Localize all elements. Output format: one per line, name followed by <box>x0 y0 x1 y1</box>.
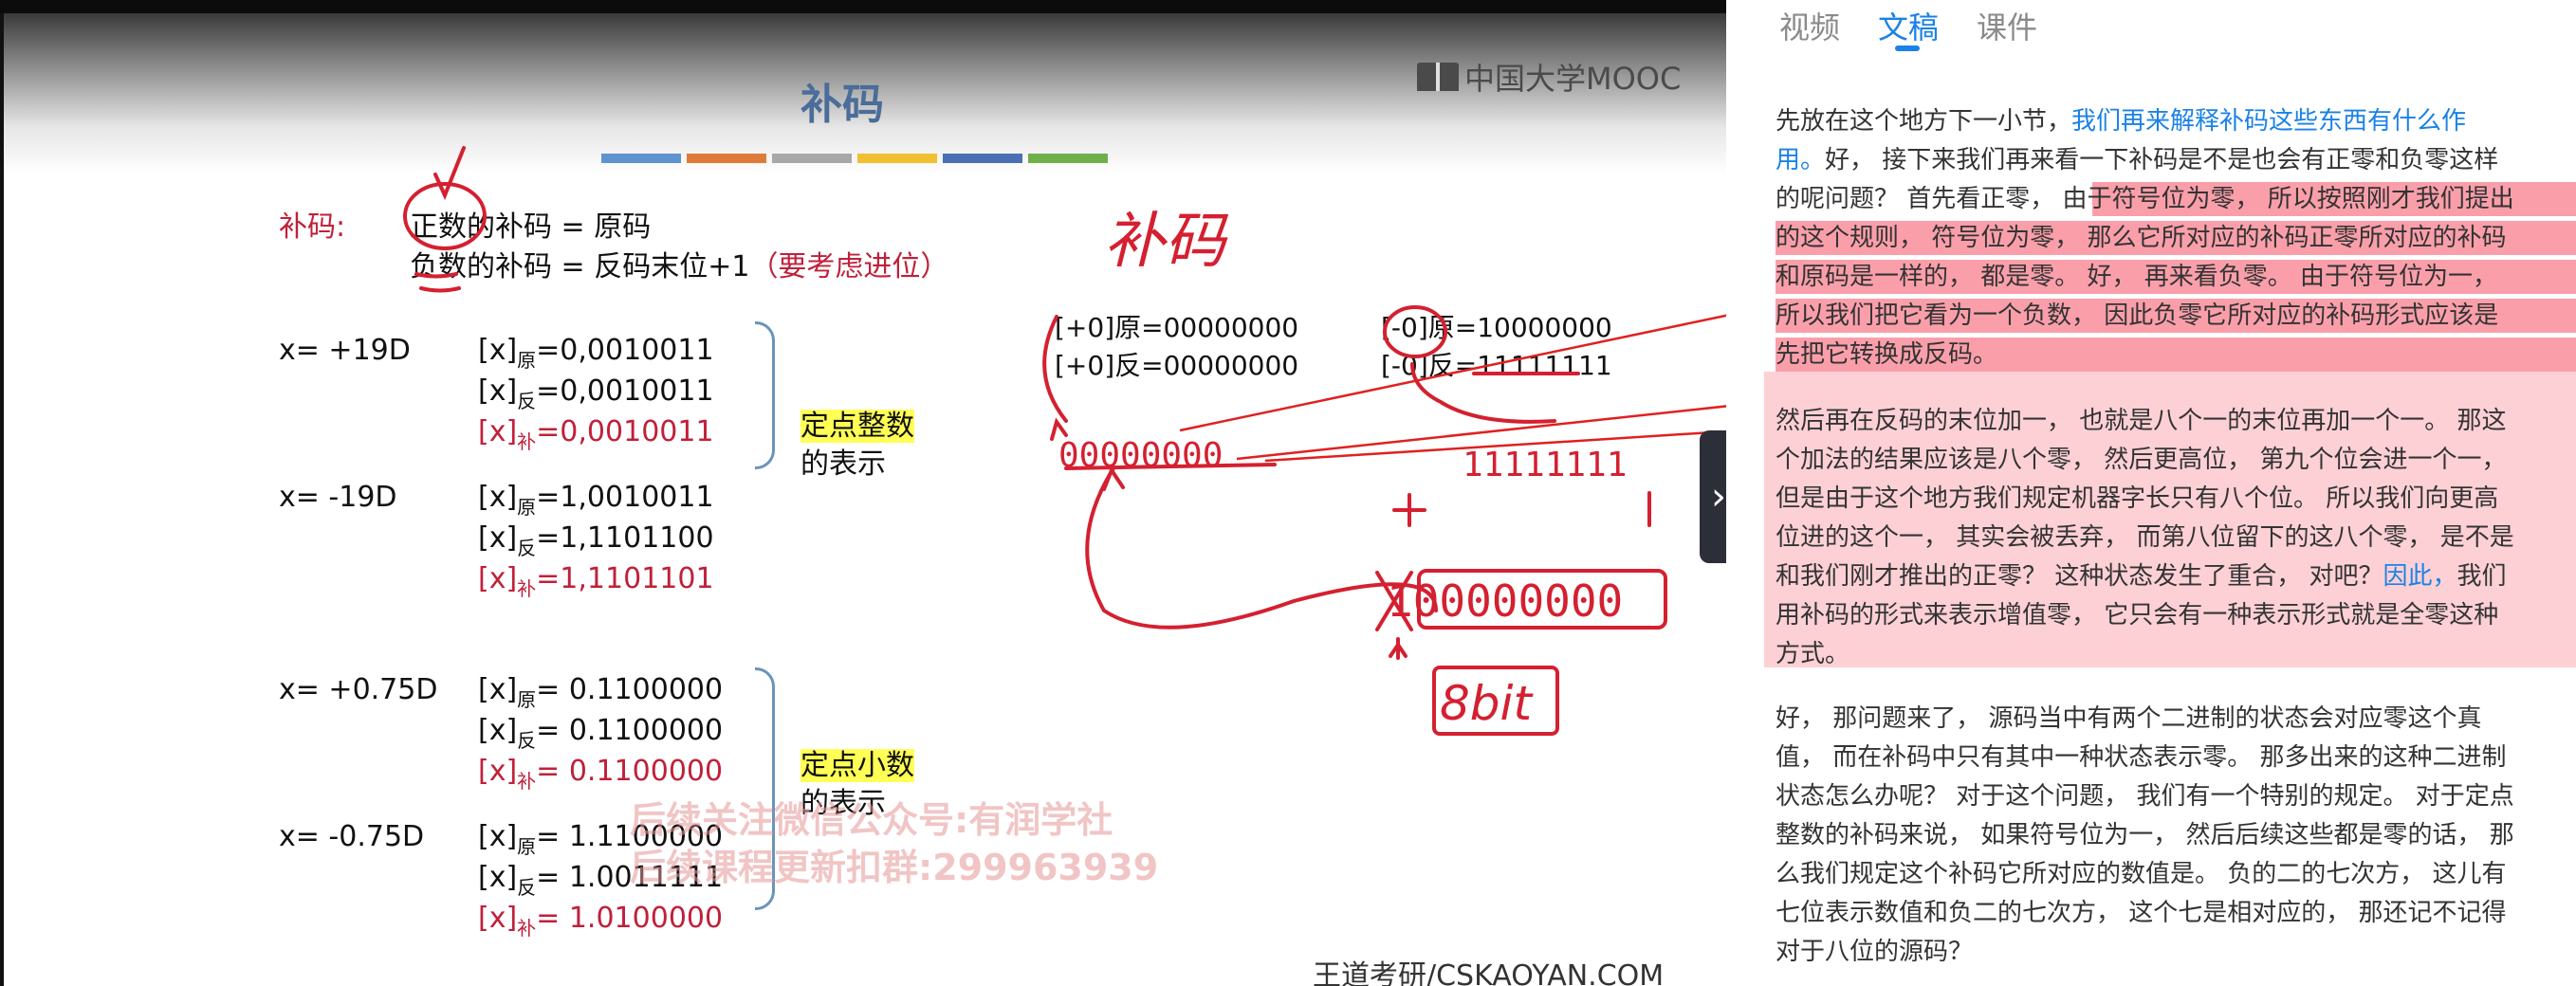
colorbar-segment <box>943 154 1022 163</box>
def-positive: 正数的补码 = 原码 <box>410 210 652 244</box>
transcript-paragraph-1: 先放在这个地方下一小节，我们再来解释补码这些东西有什么作用。好， 接下来我们再来… <box>1776 107 2514 369</box>
transcript-sidebar: 视频 文稿 课件 先放在这个地方下一小节，我们再来解释补码这些东西有什么作用。好… <box>1726 0 2576 986</box>
up-arrow-mark <box>1389 637 1408 660</box>
colorbar-segment <box>687 154 766 163</box>
chevron-right-icon: › <box>1711 475 1726 519</box>
tab-transcript[interactable]: 文稿 <box>1878 0 1939 51</box>
row-x-value: x= +19D <box>279 334 411 367</box>
row-bu: [x]补=1,1101101 <box>478 562 714 600</box>
loop-arrowhead <box>1102 466 1125 491</box>
row-x-value: x= +0.75D <box>279 673 438 706</box>
brace-integer <box>755 321 775 469</box>
handwriting-zeros: 00000000 <box>1058 436 1223 475</box>
watermark-qq-group: 后续课程更新扣群:299963939 <box>630 847 1159 888</box>
zero-neg-fan: [-0]反=11111111 <box>1381 350 1612 381</box>
curve-zero-arrowhead <box>1050 417 1068 441</box>
bits-box <box>1432 666 1559 736</box>
row-yuan: [x]原=1,0010011 <box>478 481 714 519</box>
integer-label: 定点整数 <box>800 410 914 443</box>
colorbar-segment <box>857 154 937 163</box>
tab-courseware[interactable]: 课件 <box>1977 0 2037 47</box>
tab-video[interactable]: 视频 <box>1779 0 1840 47</box>
video-top-bar <box>0 0 1726 13</box>
handwriting-bits: 8bit <box>1440 676 1534 731</box>
row-x-value: x= -19D <box>279 481 397 514</box>
row-bu: [x]补=0,0010011 <box>478 415 714 453</box>
mooc-logo: 中国大学MOOC <box>1417 55 1681 99</box>
pointer-line-2 <box>1264 429 1726 463</box>
row-x-value: x= -0.75D <box>279 820 425 853</box>
transcript-link-2[interactable]: 因此， <box>2383 562 2457 591</box>
fraction-label: 定点小数 <box>800 749 914 782</box>
zero-neg-yuan: [-0]原=10000000 <box>1381 312 1612 343</box>
active-tab-underline <box>1895 46 1921 51</box>
def-label: 补码: <box>279 210 346 244</box>
overflow-box <box>1417 569 1667 630</box>
watermark-wechat: 后续关注微信公众号:有润学社 <box>630 799 1113 841</box>
row-bu: [x]补= 0.1100000 <box>478 755 724 793</box>
row-bu: [x]补= 1.0100000 <box>478 902 724 940</box>
handwriting-ones: 11111111 <box>1463 446 1627 484</box>
video-player[interactable]: 补码 中国大学MOOC 补码: 正数的补码 = 原码 负数的补码 = 反码末位+… <box>0 13 1726 986</box>
def-negative: 负数的补码 = 反码末位+1（要考虑进位） <box>410 250 949 283</box>
slide-footer: 王道考研/CSKAOYAN.COM <box>1313 959 1665 986</box>
row-fan: [x]反=1,1101100 <box>478 521 714 559</box>
handwriting-buma: 补码 <box>1104 207 1229 277</box>
row-yuan: [x]原=0,0010011 <box>478 334 714 372</box>
row-fan: [x]反= 0.1100000 <box>478 714 724 752</box>
collapse-sidebar-button[interactable]: › <box>1700 430 1726 563</box>
row-yuan: [x]原= 0.1100000 <box>478 673 724 711</box>
mooc-logo-text: 中国大学MOOC <box>1464 61 1682 97</box>
handwriting-overflow: 100000000 <box>1387 575 1623 627</box>
mooc-book-icon <box>1417 63 1459 91</box>
row-fan: [x]反=0,0010011 <box>478 374 714 412</box>
integer-label-rest: 的表示 <box>800 447 886 481</box>
checkmark-stroke <box>433 146 466 201</box>
transcript-paragraph-3: 好， 那问题来了， 源码当中有两个二进制的状态会对应零这个真值， 而在补码中只有… <box>1776 704 2514 966</box>
plus-stroke <box>1392 493 1426 527</box>
cross-out-mark <box>1375 571 1413 631</box>
colorbar-segment <box>1028 154 1108 163</box>
zero-pos-fan: [+0]反=00000000 <box>1055 350 1299 381</box>
slide-title: 补码 <box>800 81 884 129</box>
sidebar-tabs: 视频 文稿 课件 <box>1779 0 2037 51</box>
colorbar-segment <box>772 154 852 163</box>
lecture-slide: 补码 中国大学MOOC 补码: 正数的补码 = 原码 负数的补码 = 反码末位+… <box>4 13 1726 986</box>
loop-to-overflow <box>1085 466 1438 630</box>
underline-result <box>1064 463 1277 470</box>
pointer-line-3 <box>1236 405 1726 461</box>
zero-pos-yuan: [+0]原=00000000 <box>1055 312 1299 343</box>
colorbar-segment <box>601 154 681 163</box>
transcript-paragraph-2: 然后再在反码的末位加一， 也就是八个一的末位再加一个一。 那这个加法的结果应该是… <box>1776 407 2514 668</box>
